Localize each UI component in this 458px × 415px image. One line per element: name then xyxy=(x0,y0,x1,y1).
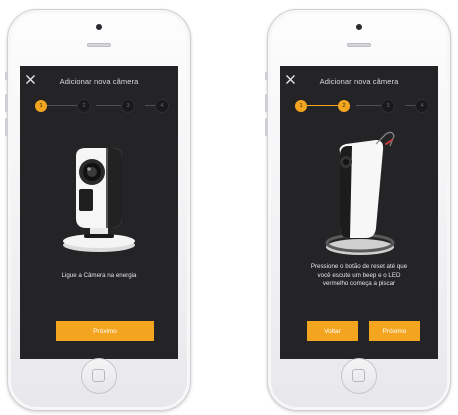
step-2: 2 xyxy=(338,100,350,112)
progress-stepper: 1 2 3 4 xyxy=(295,100,428,112)
next-button[interactable]: Próximo xyxy=(369,321,420,341)
step-3: 3 xyxy=(382,100,394,112)
phone-mockup-2: Adicionar nova câmera 1 2 3 4 Pressione … xyxy=(265,9,451,411)
page-title: Adicionar nova câmera xyxy=(59,77,139,86)
step-connector xyxy=(405,105,416,106)
front-camera xyxy=(356,24,362,30)
instruction-text: Pressione o botão de reset até que você … xyxy=(280,263,438,289)
earpiece-speaker xyxy=(87,43,111,47)
instruction-line: Ligue a Câmera na energia xyxy=(61,272,137,279)
step-1: 1 xyxy=(295,100,307,112)
instruction-line: você escute um beep e o LED xyxy=(317,271,401,279)
volume-up-button xyxy=(265,94,268,112)
instruction-line: Pressione o botão de reset até que xyxy=(310,263,408,270)
back-button[interactable]: Voltar xyxy=(307,321,358,341)
screen-step-2: Adicionar nova câmera 1 2 3 4 Pressione … xyxy=(280,66,438,359)
step-connector xyxy=(145,105,156,106)
volume-down-button xyxy=(5,118,8,136)
home-button xyxy=(341,358,377,394)
step-3: 3 xyxy=(122,100,134,112)
front-camera xyxy=(96,24,102,30)
camera-icon xyxy=(63,148,135,252)
step-4: 4 xyxy=(156,100,168,112)
phone-mockup-1: Adicionar nova câmera 1 2 3 4 Ligue a Câ… xyxy=(5,9,191,411)
step-2: 2 xyxy=(78,100,90,112)
next-button[interactable]: Próximo xyxy=(56,321,154,341)
screen-step-1: Adicionar nova câmera 1 2 3 4 Ligue a Câ… xyxy=(20,66,178,359)
mute-switch xyxy=(265,72,268,80)
camera-icon xyxy=(325,131,395,255)
volume-down-button xyxy=(265,118,268,136)
instruction-line: vermelho começa a piscar xyxy=(322,280,396,288)
volume-up-button xyxy=(5,94,8,112)
earpiece-speaker xyxy=(347,43,371,47)
page-title: Adicionar nova câmera xyxy=(319,77,399,86)
instruction-text: Ligue a Câmera na energia xyxy=(20,272,178,281)
mute-switch xyxy=(5,72,8,80)
step-1: 1 xyxy=(35,100,47,112)
step-4: 4 xyxy=(416,100,428,112)
progress-stepper: 1 2 3 4 xyxy=(35,100,168,112)
home-button xyxy=(81,358,117,394)
